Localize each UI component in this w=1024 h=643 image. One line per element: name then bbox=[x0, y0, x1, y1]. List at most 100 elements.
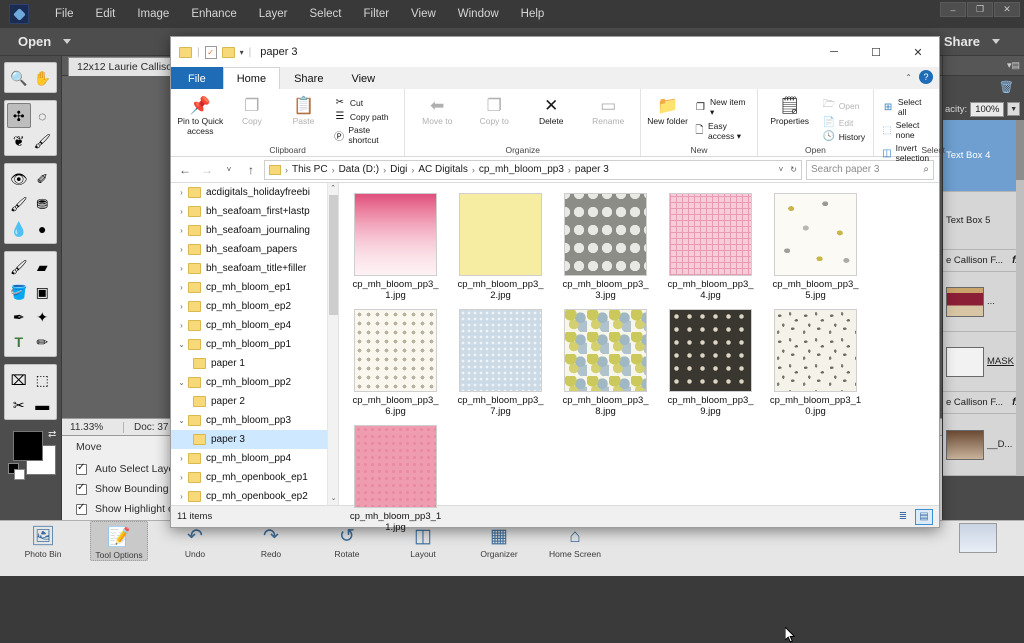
breadcrumb-paper-3[interactable]: paper 3 bbox=[575, 164, 609, 175]
copy-path-button[interactable]: ☰ Copy path bbox=[331, 110, 399, 123]
menu-view[interactable]: View bbox=[400, 3, 447, 25]
app-minimize-button[interactable]: – bbox=[940, 2, 966, 17]
delete-button[interactable]: ✕ Delete bbox=[524, 94, 578, 128]
history-button[interactable]: 🕓 History bbox=[820, 130, 868, 143]
navigation-tree[interactable]: › acdigitals_holidayfreebi › bh_seafoam_fi… bbox=[171, 183, 339, 505]
show-highlight-checkbox[interactable] bbox=[76, 502, 87, 515]
quick-access-chevron-down-icon[interactable]: ▾ bbox=[240, 48, 244, 57]
swap-colors-icon[interactable]: ⇄ bbox=[48, 429, 56, 440]
share-button[interactable]: Share bbox=[944, 34, 980, 49]
properties-button[interactable]: 🗒 Properties bbox=[763, 94, 817, 128]
help-icon[interactable]: ? bbox=[919, 70, 933, 84]
back-button[interactable]: ← bbox=[176, 163, 194, 177]
tree-item[interactable]: ⌄ cp_mh_bloom_pp3 bbox=[171, 411, 338, 430]
expand-chevron-icon[interactable]: › bbox=[175, 302, 188, 311]
layer-thumbnail[interactable] bbox=[946, 429, 984, 460]
file-thumbnail[interactable] bbox=[564, 309, 647, 392]
tree-item[interactable]: ⌄ cp_mh_bloom_pp2 bbox=[171, 373, 338, 392]
recompose-tool[interactable]: ✂ bbox=[7, 392, 31, 417]
quick-selection-tool[interactable]: 🖌 bbox=[31, 128, 55, 153]
file-thumbnail[interactable] bbox=[354, 193, 437, 276]
custom-shape-tool[interactable]: ✦ bbox=[31, 304, 55, 329]
file-thumbnail[interactable] bbox=[459, 309, 542, 392]
scroll-up-icon[interactable]: ⌃ bbox=[328, 183, 338, 195]
expand-chevron-icon[interactable]: › bbox=[175, 492, 188, 501]
collapse-ribbon-icon[interactable]: ⌃ bbox=[905, 73, 912, 82]
eyedropper-tool[interactable]: ✒ bbox=[7, 304, 31, 329]
select-all-button[interactable]: ⊞ Select all bbox=[879, 96, 935, 118]
share-chevron-down-icon[interactable] bbox=[992, 39, 1000, 44]
crop-tool[interactable]: ⌧ bbox=[7, 367, 31, 392]
paste-shortcut-button[interactable]: Ⓟ Paste shortcut bbox=[331, 124, 399, 146]
breadcrumb[interactable]: › This PC › Data (D:) › Digi › AC Digita… bbox=[264, 159, 802, 180]
auto-select-layer-checkbox[interactable] bbox=[76, 462, 87, 475]
clone-stamp-tool[interactable]: ⛃ bbox=[31, 191, 55, 216]
menu-window[interactable]: Window bbox=[447, 3, 510, 25]
pin-to-quick-access-button[interactable]: 📌 Pin to Quick access bbox=[176, 94, 225, 138]
file-item[interactable]: cp_mh_bloom_pp3_2.jpg bbox=[454, 193, 547, 301]
file-item[interactable]: cp_mh_bloom_pp3_7.jpg bbox=[454, 309, 547, 417]
rename-button[interactable]: ▭ Rename bbox=[581, 94, 635, 128]
file-thumbnail[interactable] bbox=[459, 193, 542, 276]
file-thumbnail[interactable] bbox=[354, 309, 437, 392]
type-tool[interactable]: T bbox=[7, 329, 31, 354]
new-item-button[interactable]: ❐ New item ▾ bbox=[692, 96, 752, 119]
expand-chevron-icon[interactable]: › bbox=[175, 188, 188, 197]
zoom-tool[interactable]: 🔍 bbox=[7, 65, 31, 90]
file-item[interactable]: cp_mh_bloom_pp3_6.jpg bbox=[349, 309, 442, 417]
file-item[interactable]: cp_mh_bloom_pp3_9.jpg bbox=[664, 309, 757, 417]
copy-button[interactable]: ❐ Copy bbox=[228, 94, 277, 128]
lasso-tool[interactable]: ❦ bbox=[7, 128, 31, 153]
layer-row[interactable]: e Callison F... fx bbox=[943, 392, 1024, 414]
pencil-tool[interactable]: ✏ bbox=[31, 329, 55, 354]
breadcrumb-cp-mh-bloom-pp3[interactable]: cp_mh_bloom_pp3 bbox=[479, 164, 564, 175]
show-bounding-box-checkbox[interactable] bbox=[76, 482, 87, 495]
tree-item[interactable]: › bh_seafoam_papers bbox=[171, 240, 338, 259]
address-chevron-down-icon[interactable]: ˅ bbox=[779, 165, 784, 174]
tree-item[interactable]: › cp_mh_bloom_ep4 bbox=[171, 316, 338, 335]
gradient-tool[interactable]: ▣ bbox=[31, 279, 55, 304]
layer-thumbnail[interactable] bbox=[946, 286, 984, 317]
tree-item[interactable]: ⌄ cp_mh_bloom_pp1 bbox=[171, 335, 338, 354]
layer-row[interactable]: __D... bbox=[943, 414, 1024, 476]
file-thumbnail[interactable] bbox=[564, 193, 647, 276]
eraser-tool[interactable]: ▰ bbox=[31, 254, 55, 279]
move-tool[interactable]: ✣ bbox=[7, 103, 31, 128]
file-thumbnail[interactable] bbox=[354, 425, 437, 508]
menu-help[interactable]: Help bbox=[510, 3, 556, 25]
tree-scrollbar[interactable]: ⌃ ⌄ bbox=[327, 183, 338, 505]
photo-bin-thumbnail[interactable] bbox=[959, 523, 997, 553]
file-thumbnail[interactable] bbox=[774, 309, 857, 392]
opacity-value[interactable]: 100% bbox=[970, 101, 1005, 117]
new-folder-button[interactable]: 📁 New folder bbox=[646, 94, 689, 128]
properties-icon[interactable]: ✓ bbox=[204, 45, 217, 59]
tree-item[interactable]: › bh_seafoam_title+filler bbox=[171, 259, 338, 278]
photo-bin-button[interactable]: 🖼 Photo Bin bbox=[14, 521, 72, 559]
expand-chevron-icon[interactable]: › bbox=[175, 245, 188, 254]
file-thumbnail[interactable] bbox=[774, 193, 857, 276]
forward-button[interactable]: → bbox=[198, 163, 216, 177]
file-item[interactable]: cp_mh_bloom_pp3_5.jpg bbox=[769, 193, 862, 301]
breadcrumb-digi[interactable]: Digi bbox=[390, 164, 407, 175]
up-button[interactable]: ↑ bbox=[242, 163, 260, 177]
tree-item[interactable]: › cp_mh_openbook_ep2 bbox=[171, 487, 338, 505]
explorer-minimize-button[interactable]: ─ bbox=[813, 37, 855, 67]
edit-button[interactable]: 📄 Edit bbox=[820, 116, 868, 129]
cut-button[interactable]: ✂ Cut bbox=[331, 96, 399, 109]
file-thumbnail[interactable] bbox=[669, 193, 752, 276]
layer-row[interactable]: Text Box 5 bbox=[943, 192, 1024, 250]
paint-bucket-tool[interactable]: 🪣 bbox=[7, 279, 31, 304]
cookie-cutter-tool[interactable]: ⬚ bbox=[31, 367, 55, 392]
file-item[interactable]: cp_mh_bloom_pp3_11.jpg bbox=[349, 425, 442, 533]
menu-edit[interactable]: Edit bbox=[85, 3, 127, 25]
expand-chevron-icon[interactable]: › bbox=[175, 207, 188, 216]
copy-to-button[interactable]: ❐ Copy to bbox=[467, 94, 521, 128]
open-button[interactable]: Open bbox=[18, 34, 51, 49]
expand-chevron-icon[interactable]: › bbox=[175, 283, 188, 292]
recent-locations-icon[interactable]: ˅ bbox=[220, 165, 238, 174]
scroll-down-icon[interactable]: ⌄ bbox=[328, 493, 338, 505]
select-none-button[interactable]: ⬚ Select none bbox=[879, 119, 935, 141]
refresh-icon[interactable]: ↻ bbox=[790, 165, 797, 174]
default-colors-icon-bg[interactable] bbox=[14, 469, 25, 480]
easy-access-button[interactable]: 🗋 Easy access ▾ bbox=[692, 120, 752, 143]
